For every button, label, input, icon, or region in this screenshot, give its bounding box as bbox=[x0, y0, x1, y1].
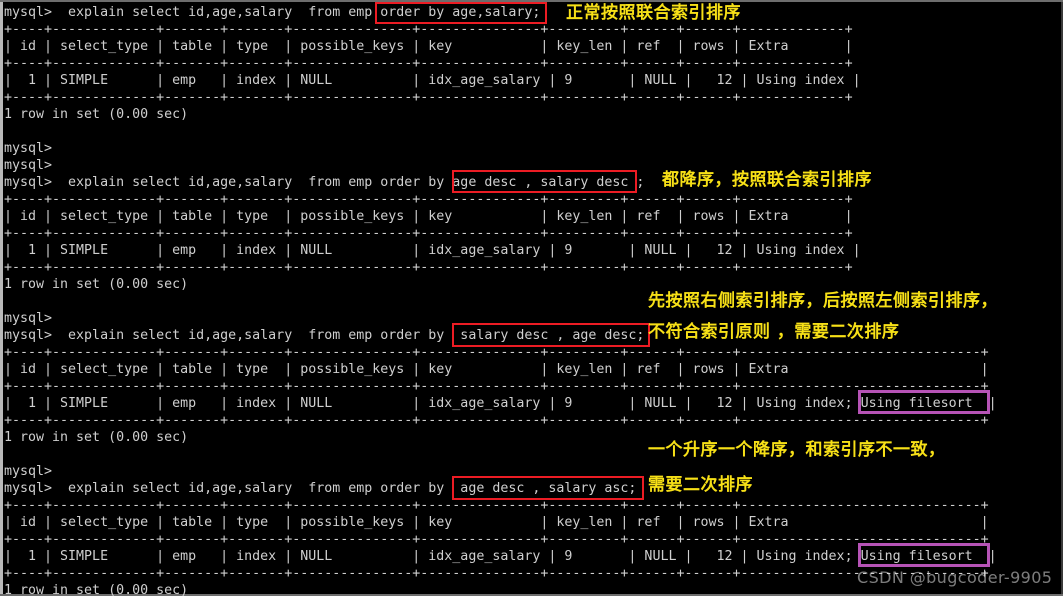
annotation-3-line-2: 不符合索引原则 ，需要二次排序 bbox=[648, 322, 900, 342]
table-border-4c: +----+-------------+-------+-------+----… bbox=[4, 566, 989, 581]
result-status-4: 1 row in set (0.00 sec) bbox=[4, 583, 189, 596]
query-line-3: mysql> explain select id,age,salary from… bbox=[4, 328, 645, 343]
table-border-2c: +----+-------------+-------+-------+----… bbox=[4, 260, 853, 275]
prompt-line-2a: mysql> bbox=[4, 141, 53, 156]
annotation-3-line-1: 先按照右侧索引排序，后按照左侧索引排序， bbox=[648, 291, 998, 311]
table-row-1: | 1 | SIMPLE | emp | index | NULL | idx_… bbox=[4, 73, 861, 88]
query-line-1: mysql> explain select id,age,salary from… bbox=[4, 5, 541, 20]
table-border-4b: +----+-------------+-------+-------+----… bbox=[4, 532, 989, 547]
annotation-1-line-1: 正常按照联合索引排序 bbox=[566, 3, 741, 23]
prompt-line-2b: mysql> bbox=[4, 158, 53, 173]
prompt-line-3a: mysql> bbox=[4, 311, 53, 326]
table-header-2: | id | select_type | table | type | poss… bbox=[4, 209, 853, 224]
table-header-1: | id | select_type | table | type | poss… bbox=[4, 39, 853, 54]
window-frame-left bbox=[0, 0, 3, 596]
table-border-3c: +----+-------------+-------+-------+----… bbox=[4, 413, 989, 428]
annotation-2-line-1: 都降序，按照联合索引排序 bbox=[662, 170, 872, 190]
table-border-1c: +----+-------------+-------+-------+----… bbox=[4, 90, 853, 105]
prompt-line-4a: mysql> bbox=[4, 464, 53, 479]
annotation-4-line-2: 需要二次排序 bbox=[648, 475, 753, 495]
table-border-1b: +----+-------------+-------+-------+----… bbox=[4, 56, 853, 71]
result-status-3: 1 row in set (0.00 sec) bbox=[4, 430, 189, 445]
table-border-3a: +----+-------------+-------+-------+----… bbox=[4, 345, 989, 360]
result-status-2: 1 row in set (0.00 sec) bbox=[4, 277, 189, 292]
table-border-1a: +----+-------------+-------+-------+----… bbox=[4, 22, 853, 37]
table-row-3: | 1 | SIMPLE | emp | index | NULL | idx_… bbox=[4, 396, 997, 411]
table-row-2: | 1 | SIMPLE | emp | index | NULL | idx_… bbox=[4, 243, 861, 258]
table-border-2a: +----+-------------+-------+-------+----… bbox=[4, 192, 853, 207]
result-status-1: 1 row in set (0.00 sec) bbox=[4, 107, 189, 122]
terminal-screenshot: mysql> explain select id,age,salary from… bbox=[0, 0, 1063, 596]
table-row-4: | 1 | SIMPLE | emp | index | NULL | idx_… bbox=[4, 549, 997, 564]
table-border-3b: +----+-------------+-------+-------+----… bbox=[4, 379, 989, 394]
watermark-label: CSDN @bugcoder-9905 bbox=[857, 568, 1053, 587]
annotation-4-line-1: 一个升序一个降序，和索引序不一致， bbox=[648, 440, 946, 460]
query-line-4: mysql> explain select id,age,salary from… bbox=[4, 481, 637, 496]
table-header-4: | id | select_type | table | type | poss… bbox=[4, 515, 989, 530]
table-header-3: | id | select_type | table | type | poss… bbox=[4, 362, 989, 377]
table-border-4a: +----+-------------+-------+-------+----… bbox=[4, 498, 989, 513]
table-border-2b: +----+-------------+-------+-------+----… bbox=[4, 226, 853, 241]
query-line-2: mysql> explain select id,age,salary from… bbox=[4, 175, 645, 190]
